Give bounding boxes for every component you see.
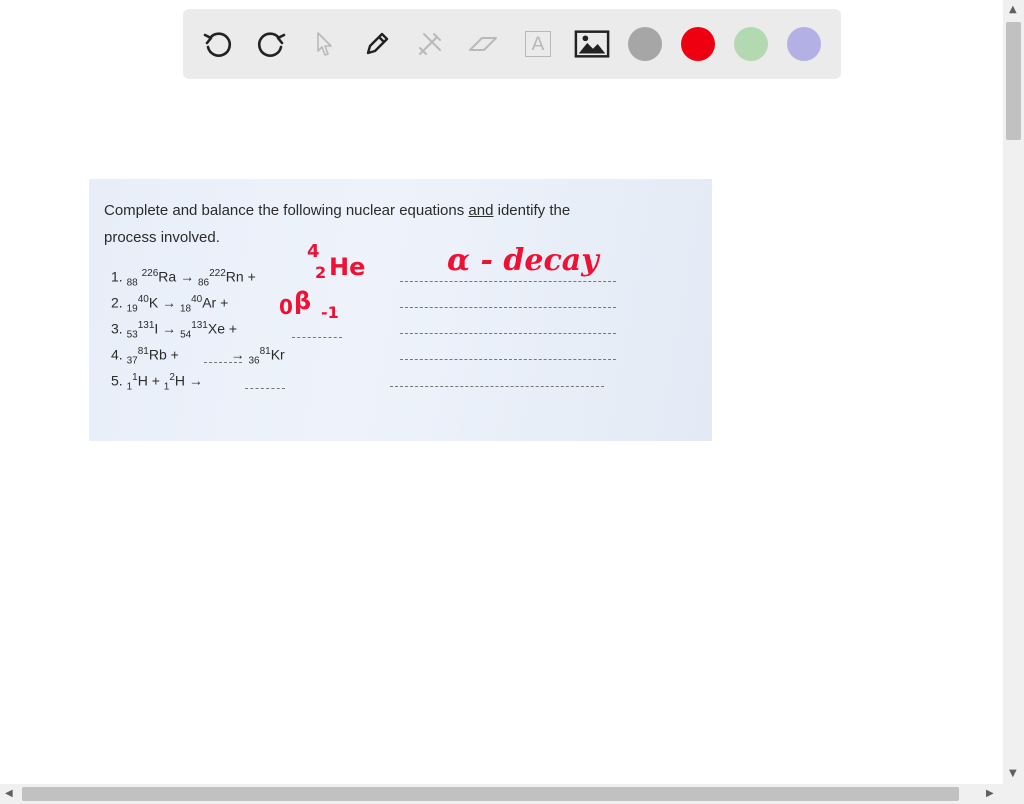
scroll-down-icon[interactable]: ▼ [1009, 768, 1017, 779]
scrollbar-corner [1003, 784, 1024, 804]
redo-icon[interactable] [253, 26, 289, 62]
handwritten-atomic-number-2: 2 [315, 263, 327, 282]
pen-icon[interactable] [359, 26, 395, 62]
handwritten-atomic-number-minus-1: -1 [321, 303, 339, 322]
horizontal-scroll-thumb[interactable] [22, 787, 959, 801]
answer-line-3 [400, 333, 616, 334]
answer-line-2 [400, 307, 616, 308]
handwritten-mass-number-0: 0 [279, 295, 293, 319]
scroll-right-icon[interactable]: ▶ [986, 788, 994, 799]
undo-icon[interactable] [200, 26, 236, 62]
worksheet-photo: Complete and balance the following nucle… [89, 179, 712, 441]
instruction-line-2: process involved. [104, 229, 220, 246]
handwritten-alpha-decay: α - decay [447, 243, 599, 278]
vertical-scrollbar[interactable]: ▲ ▼ [1003, 0, 1024, 784]
tools-icon[interactable] [412, 26, 448, 62]
eraser-icon[interactable] [465, 26, 501, 62]
equation-5: 5. 11H + 12H → [111, 372, 203, 393]
image-icon[interactable] [574, 26, 610, 62]
blank-product-3 [292, 337, 342, 338]
equation-1: 1. 88 226Ra → 86222Rn + [111, 268, 256, 289]
blank-product-5 [245, 388, 285, 389]
equation-2: 2. 1940K → 1840Ar + [111, 294, 229, 315]
instruction-line-1: Complete and balance the following nucle… [104, 202, 571, 219]
handwritten-beta: β [294, 287, 312, 315]
vertical-scroll-thumb[interactable] [1006, 22, 1021, 140]
color-swatch-purple[interactable] [787, 27, 821, 61]
horizontal-scrollbar[interactable]: ◀ ▶ [0, 784, 1003, 804]
scroll-up-icon[interactable]: ▲ [1009, 4, 1017, 15]
equation-3: 3. 53131I → 54131Xe + [111, 320, 238, 341]
blank-reactant-4 [204, 362, 242, 363]
handwritten-mass-number-4: 4 [307, 241, 320, 262]
answer-line-1 [400, 281, 616, 282]
equation-4: 4. 3781Rb + → 3681Kr [111, 346, 285, 367]
pointer-icon[interactable] [306, 26, 342, 62]
text-icon[interactable]: A [520, 26, 556, 62]
text-icon-glyph: A [525, 31, 551, 57]
color-swatch-red[interactable] [681, 27, 715, 61]
answer-line-4 [400, 359, 616, 360]
drawing-toolbar: A [183, 9, 841, 79]
color-swatch-gray[interactable] [628, 27, 662, 61]
scroll-left-icon[interactable]: ◀ [5, 788, 13, 799]
handwritten-helium: He [329, 253, 366, 281]
answer-line-5 [390, 386, 604, 387]
color-swatch-green[interactable] [734, 27, 768, 61]
